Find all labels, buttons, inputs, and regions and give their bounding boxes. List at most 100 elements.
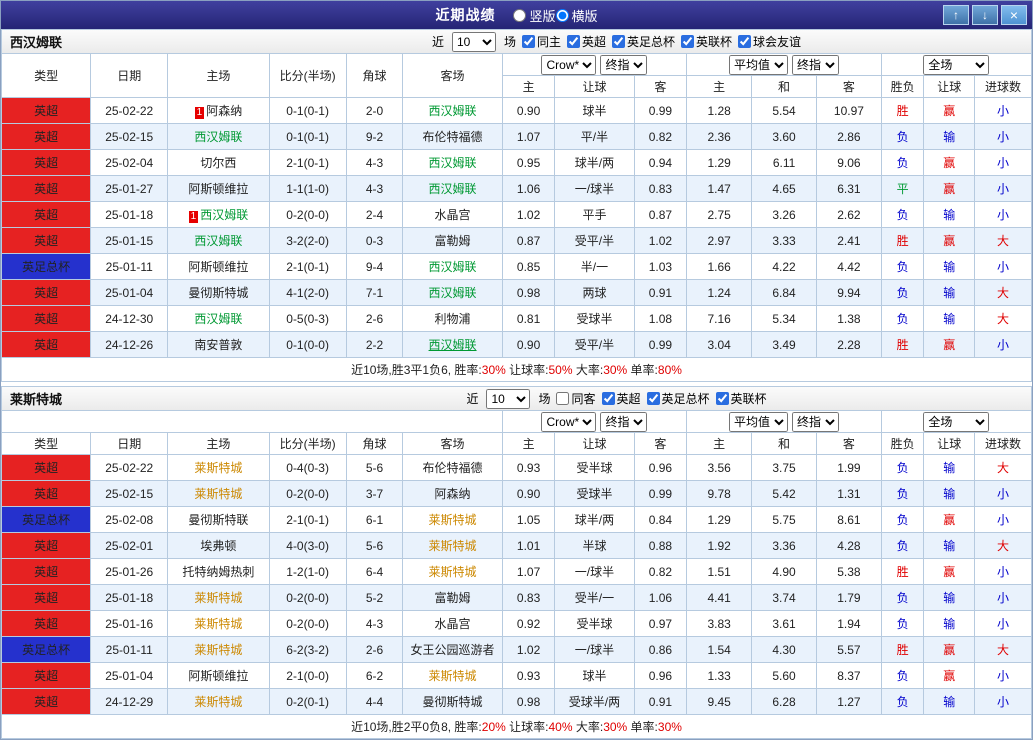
handicap-home-odds-cell: 0.90 xyxy=(502,98,555,124)
team-name-link[interactable]: 西汉姆联 xyxy=(429,286,477,300)
filter-checkbox[interactable] xyxy=(556,392,569,405)
avg-away-odds-cell: 5.57 xyxy=(816,637,881,663)
team-name-link[interactable]: 莱斯特城 xyxy=(429,669,477,683)
team-name-link[interactable]: 水晶宫 xyxy=(435,208,471,222)
average-index-select[interactable]: 终指 xyxy=(792,55,839,75)
filter-option[interactable]: 英超 xyxy=(602,390,641,407)
team-name-link[interactable]: 西汉姆联 xyxy=(429,182,477,196)
team-name-link[interactable]: 莱斯特城 xyxy=(194,617,242,631)
team-name-link[interactable]: 水晶宫 xyxy=(435,617,471,631)
team-name-link[interactable]: 南安普敦 xyxy=(194,338,242,352)
layout-option[interactable]: 竖版 xyxy=(513,6,555,25)
bookmaker-select[interactable]: Crow* xyxy=(541,55,596,75)
team-name-link[interactable]: 莱斯特城 xyxy=(194,643,242,657)
handicap-away-odds-cell: 0.97 xyxy=(634,611,687,637)
team-name-link[interactable]: 布伦特福德 xyxy=(423,461,483,475)
filter-option[interactable]: 英联杯 xyxy=(716,390,767,407)
bookmaker-select[interactable]: Crow* xyxy=(541,412,596,432)
team-name-link[interactable]: 女王公园巡游者 xyxy=(411,643,495,657)
average-index-select[interactable]: 终指 xyxy=(792,412,839,432)
bookmaker-index-select[interactable]: 终指 xyxy=(600,412,647,432)
filter-checkbox[interactable] xyxy=(738,35,751,48)
team-name-link[interactable]: 西汉姆联 xyxy=(200,208,248,222)
layout-radio[interactable] xyxy=(513,9,526,22)
result-cell: 负 xyxy=(881,533,924,559)
filter-checkbox[interactable] xyxy=(567,35,580,48)
date-cell: 25-02-04 xyxy=(91,150,168,176)
team-name-link[interactable]: 莱斯特城 xyxy=(194,487,242,501)
goals-result-cell: 大 xyxy=(975,306,1032,332)
team-name-link[interactable]: 莱斯特城 xyxy=(429,539,477,553)
handicap-result-cell: 输 xyxy=(924,611,975,637)
filter-option[interactable]: 英联杯 xyxy=(681,33,732,50)
match-count-select[interactable]: 10 xyxy=(486,389,530,409)
team-name-link[interactable]: 阿斯顿维拉 xyxy=(188,182,248,196)
filter-option[interactable]: 同客 xyxy=(556,390,595,407)
red-card-badge: 1 xyxy=(195,107,205,119)
team-name-link[interactable]: 西汉姆联 xyxy=(429,338,477,352)
team-name-link[interactable]: 托特纳姆热刺 xyxy=(182,565,254,579)
filter-option[interactable]: 英超 xyxy=(567,33,606,50)
team-name-link[interactable]: 阿森纳 xyxy=(206,104,242,118)
column-header: 胜负 xyxy=(881,76,924,98)
average-select[interactable]: 平均值 xyxy=(729,412,788,432)
team-name-link[interactable]: 曼彻斯特城 xyxy=(423,695,483,709)
team-name-link[interactable]: 埃弗顿 xyxy=(200,539,236,553)
team-name-link[interactable]: 曼彻斯特联 xyxy=(188,513,248,527)
close-button[interactable]: × xyxy=(1001,5,1027,25)
corners-cell: 2-4 xyxy=(346,202,403,228)
filter-option[interactable]: 同主 xyxy=(522,33,561,50)
filter-checkbox[interactable] xyxy=(716,392,729,405)
team-name-link[interactable]: 莱斯特城 xyxy=(194,591,242,605)
filter-option[interactable]: 球会友谊 xyxy=(738,33,801,50)
team-name-link[interactable]: 富勒姆 xyxy=(435,234,471,248)
team-name-link[interactable]: 利物浦 xyxy=(435,312,471,326)
team-name-link[interactable]: 切尔西 xyxy=(200,156,236,170)
team-name-link[interactable]: 莱斯特城 xyxy=(429,565,477,579)
match-count-select[interactable]: 10 xyxy=(452,32,496,52)
team-name-link[interactable]: 西汉姆联 xyxy=(194,130,242,144)
scope-select[interactable]: 全场 xyxy=(923,412,989,432)
handicap-away-odds-cell: 0.99 xyxy=(634,98,687,124)
team-name-link[interactable]: 富勒姆 xyxy=(435,591,471,605)
away-team-cell: 水晶宫 xyxy=(403,611,502,637)
match-row: 英超25-01-15西汉姆联3-2(2-0)0-3富勒姆0.87受平/半1.02… xyxy=(2,228,1032,254)
scope-select[interactable]: 全场 xyxy=(923,55,989,75)
team-name-link[interactable]: 西汉姆联 xyxy=(194,234,242,248)
team-name-link[interactable]: 西汉姆联 xyxy=(194,312,242,326)
team-name-link[interactable]: 莱斯特城 xyxy=(429,513,477,527)
team-name-link[interactable]: 阿斯顿维拉 xyxy=(188,669,248,683)
near-label: 近 xyxy=(432,33,444,50)
avg-home-odds-cell: 1.47 xyxy=(687,176,752,202)
scroll-up-button[interactable]: ↑ xyxy=(943,5,969,25)
handicap-home-odds-cell: 1.02 xyxy=(502,637,555,663)
handicap-away-odds-cell: 0.87 xyxy=(634,202,687,228)
team-name-link[interactable]: 莱斯特城 xyxy=(194,695,242,709)
filter-checkbox[interactable] xyxy=(522,35,535,48)
team-name-link[interactable]: 莱斯特城 xyxy=(194,461,242,475)
handicap-home-odds-cell: 1.02 xyxy=(502,202,555,228)
team-name-link[interactable]: 西汉姆联 xyxy=(429,260,477,274)
away-team-cell: 阿森纳 xyxy=(403,481,502,507)
team-name-link[interactable]: 阿森纳 xyxy=(435,487,471,501)
filter-option[interactable]: 英足总杯 xyxy=(647,390,710,407)
filter-option[interactable]: 英足总杯 xyxy=(612,33,675,50)
filter-checkbox[interactable] xyxy=(681,35,694,48)
team-name-link[interactable]: 西汉姆联 xyxy=(429,104,477,118)
score-cell: 2-1(0-1) xyxy=(269,150,346,176)
filter-checkbox[interactable] xyxy=(612,35,625,48)
layout-radio[interactable] xyxy=(556,9,569,22)
corners-cell: 3-7 xyxy=(346,481,403,507)
date-cell: 25-01-11 xyxy=(91,637,168,663)
bookmaker-index-select[interactable]: 终指 xyxy=(600,55,647,75)
team-name-link[interactable]: 阿斯顿维拉 xyxy=(188,260,248,274)
avg-draw-odds-cell: 5.34 xyxy=(752,306,817,332)
average-select[interactable]: 平均值 xyxy=(729,55,788,75)
team-name-link[interactable]: 西汉姆联 xyxy=(429,156,477,170)
filter-checkbox[interactable] xyxy=(602,392,615,405)
layout-option[interactable]: 横版 xyxy=(556,6,598,25)
team-name-link[interactable]: 曼彻斯特城 xyxy=(188,286,248,300)
scroll-down-button[interactable]: ↓ xyxy=(972,5,998,25)
team-name-link[interactable]: 布伦特福德 xyxy=(423,130,483,144)
filter-checkbox[interactable] xyxy=(647,392,660,405)
